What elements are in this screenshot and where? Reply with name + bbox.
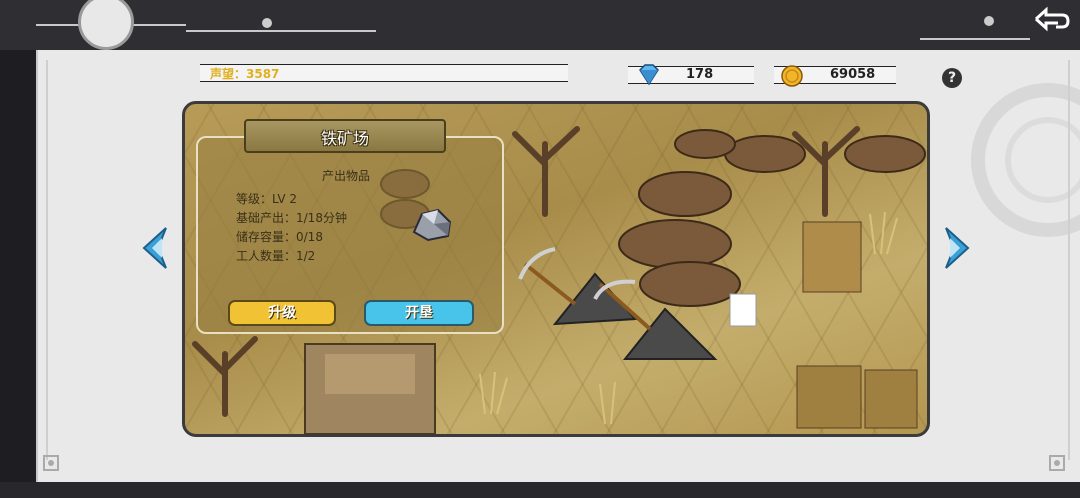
previous-arrow-button[interactable] [140, 226, 170, 270]
diamond-icon [639, 64, 659, 86]
back-button[interactable] [1032, 4, 1072, 34]
top-bar-dot [262, 18, 272, 28]
top-bar [0, 0, 1080, 50]
building-name: 铁矿场 [320, 129, 369, 148]
help-icon[interactable]: ? [942, 68, 962, 88]
stat-base-output: 基础产出：1/18分钟 [236, 211, 347, 225]
panel-left-rail [46, 60, 48, 460]
top-bar-line-right [920, 38, 1030, 40]
background-emblem [971, 83, 1080, 237]
back-arrow-icon [1034, 6, 1070, 32]
gold-count: 69058 [830, 67, 876, 82]
corner-ornament-left [43, 455, 59, 471]
iron-ore-icon [412, 208, 452, 242]
develop-button[interactable]: 开垦 [364, 300, 474, 326]
bottom-bar [0, 482, 1080, 498]
stat-level: 等级：LV 2 [236, 192, 298, 206]
diamond-count: 178 [686, 67, 714, 82]
coin-icon [781, 65, 803, 87]
top-bar-line-left-2 [186, 30, 376, 32]
prestige-value: 声望：3587 [210, 67, 280, 81]
next-arrow-button[interactable] [942, 226, 972, 270]
produced-items-label: 产出物品 [322, 169, 371, 183]
top-bar-dot [984, 16, 994, 26]
upgrade-button[interactable]: 升级 [228, 300, 336, 326]
stat-storage: 储存容量：0/18 [236, 230, 323, 244]
corner-ornament-right [1049, 455, 1065, 471]
panel-right-rail [1068, 60, 1070, 460]
stat-workers: 工人数量：1/2 [236, 249, 316, 263]
